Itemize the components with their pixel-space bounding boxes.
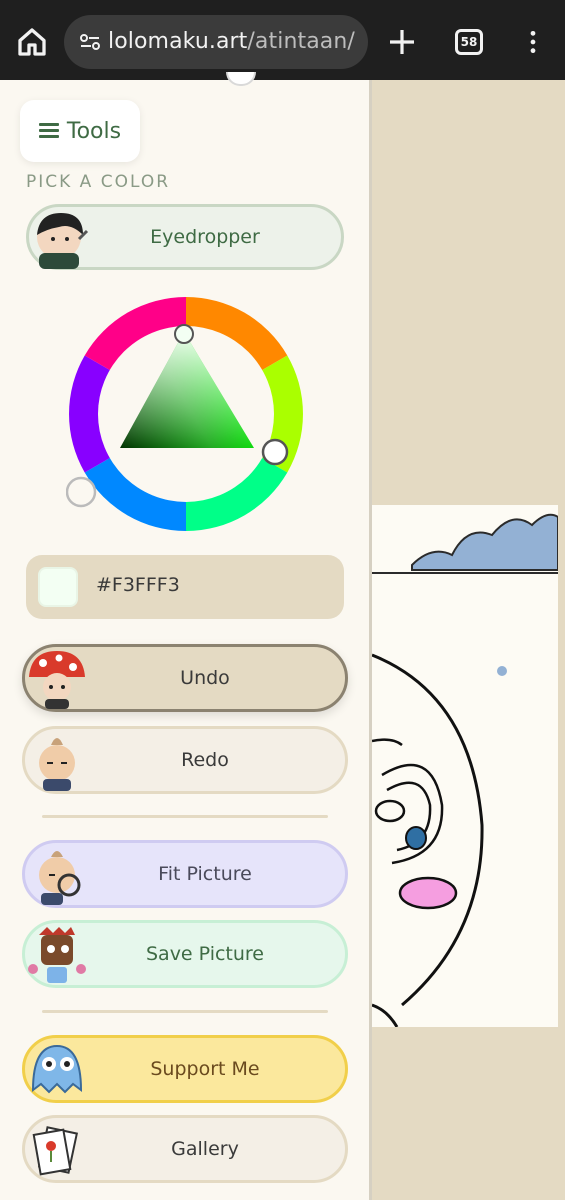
divider xyxy=(42,815,328,818)
menu-icon xyxy=(38,123,59,139)
tools-panel: Tools PICK A COLOR Eyedropper #F3FFF3 Un… xyxy=(0,72,372,1200)
gallery-cards-icon xyxy=(32,1126,79,1176)
redo-label: Redo xyxy=(181,749,229,771)
color-picker-handle[interactable] xyxy=(174,324,194,344)
eyedropper-button[interactable]: Eyedropper xyxy=(26,204,344,270)
plus-icon[interactable] xyxy=(386,26,418,58)
redo-avatar-icon xyxy=(39,738,75,791)
undo-button[interactable]: Undo xyxy=(22,644,348,712)
gallery-label: Gallery xyxy=(171,1138,239,1160)
save-picture-label: Save Picture xyxy=(145,943,265,965)
gallery-button[interactable]: Gallery xyxy=(22,1115,348,1183)
support-me-button[interactable]: Support Me xyxy=(22,1035,348,1103)
tiki-avatar-icon xyxy=(28,927,86,983)
redo-button[interactable]: Redo xyxy=(22,726,348,794)
color-swatch xyxy=(38,567,78,607)
tools-menu-button[interactable]: Tools xyxy=(20,100,140,162)
line-art xyxy=(372,513,558,1027)
support-me-label: Support Me xyxy=(150,1058,260,1080)
ghost-avatar-icon xyxy=(31,1044,83,1094)
fit-picture-button[interactable]: Fit Picture xyxy=(22,840,348,908)
url-text: lolomaku.art/atintaan/ xyxy=(108,29,355,54)
coloring-picture[interactable] xyxy=(372,505,558,1027)
address-bar[interactable]: lolomaku.art/atintaan/ xyxy=(64,15,368,69)
tools-label: Tools xyxy=(66,118,122,144)
fit-picture-label: Fit Picture xyxy=(158,863,252,885)
eyedropper-avatar-icon xyxy=(37,213,89,269)
hex-color-field[interactable]: #F3FFF3 xyxy=(26,555,344,619)
undo-label: Undo xyxy=(180,667,230,689)
ring-handle-alt[interactable] xyxy=(66,476,97,508)
scroll-handle[interactable] xyxy=(226,72,256,86)
tabs-icon[interactable]: 58 xyxy=(455,29,483,55)
save-picture-button[interactable]: Save Picture xyxy=(22,920,348,988)
mushroom-avatar-icon xyxy=(29,651,85,709)
hue-handle[interactable] xyxy=(261,438,289,466)
color-wheel[interactable] xyxy=(66,294,306,534)
url-path: /atintaan/ xyxy=(247,29,355,54)
home-icon[interactable] xyxy=(14,24,50,60)
divider xyxy=(42,1010,328,1013)
more-vert-icon[interactable] xyxy=(520,27,546,57)
pick-color-heading: PICK A COLOR xyxy=(26,172,171,192)
magnifier-avatar-icon xyxy=(39,851,81,905)
eyedropper-label: Eyedropper xyxy=(150,226,260,248)
browser-toolbar: lolomaku.art/atintaan/ 58 xyxy=(0,0,565,80)
url-host: lolomaku.art xyxy=(108,29,248,54)
hex-value: #F3FFF3 xyxy=(96,574,180,596)
site-settings-icon[interactable] xyxy=(78,30,102,54)
